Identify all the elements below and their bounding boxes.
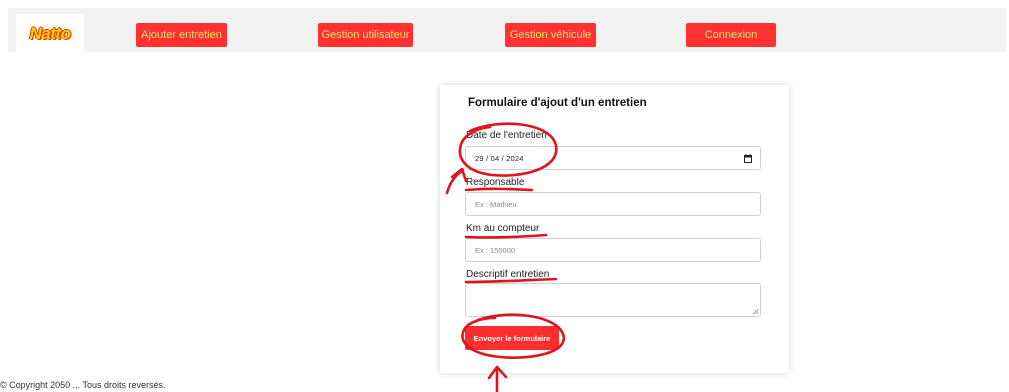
entretien-form-card: Formulaire d'ajout d'un entretien Date d… xyxy=(440,85,789,373)
calendar-icon[interactable] xyxy=(744,154,752,163)
descriptif-field-label: Descriptif entretien xyxy=(466,269,550,280)
responsable-field-label: Responsable xyxy=(466,177,525,188)
km-placeholder: Ex : 150000 xyxy=(475,245,516,255)
page: Natto Ajouter entretien Gestion utilisat… xyxy=(0,0,1009,392)
form-title: Formulaire d'ajout d'un entretien xyxy=(468,97,647,109)
nav-button-ajouter-entretien[interactable]: Ajouter entretien xyxy=(136,23,227,47)
date-field-label: Date de l'entretien xyxy=(466,130,547,141)
brand-logo-text: Natto xyxy=(29,24,71,43)
nav-button-gestion-utilisateur[interactable]: Gestion utilisateur xyxy=(318,23,413,47)
resize-handle-icon[interactable] xyxy=(752,308,758,314)
responsable-input[interactable]: Ex : Mathieu xyxy=(465,192,761,216)
km-input[interactable]: Ex : 150000 xyxy=(465,238,761,262)
date-input[interactable]: 29 / 04 / 2024 xyxy=(465,146,761,170)
descriptif-textarea[interactable] xyxy=(465,283,761,317)
nav-button-connexion[interactable]: Connexion xyxy=(686,23,776,47)
submit-button[interactable]: Envoyer le formulaire xyxy=(465,326,559,350)
nav-button-gestion-vehicule[interactable]: Gestion véhicule xyxy=(505,23,596,47)
responsable-placeholder: Ex : Mathieu xyxy=(475,199,517,209)
footer-copyright: © Copyright 2050 ... Tous droits reversé… xyxy=(0,380,166,390)
brand-logo[interactable]: Natto xyxy=(16,14,84,54)
top-navbar: Natto Ajouter entretien Gestion utilisat… xyxy=(8,8,1006,54)
km-field-label: Km au compteur xyxy=(466,223,540,234)
date-input-value: 29 / 04 / 2024 xyxy=(475,153,524,163)
